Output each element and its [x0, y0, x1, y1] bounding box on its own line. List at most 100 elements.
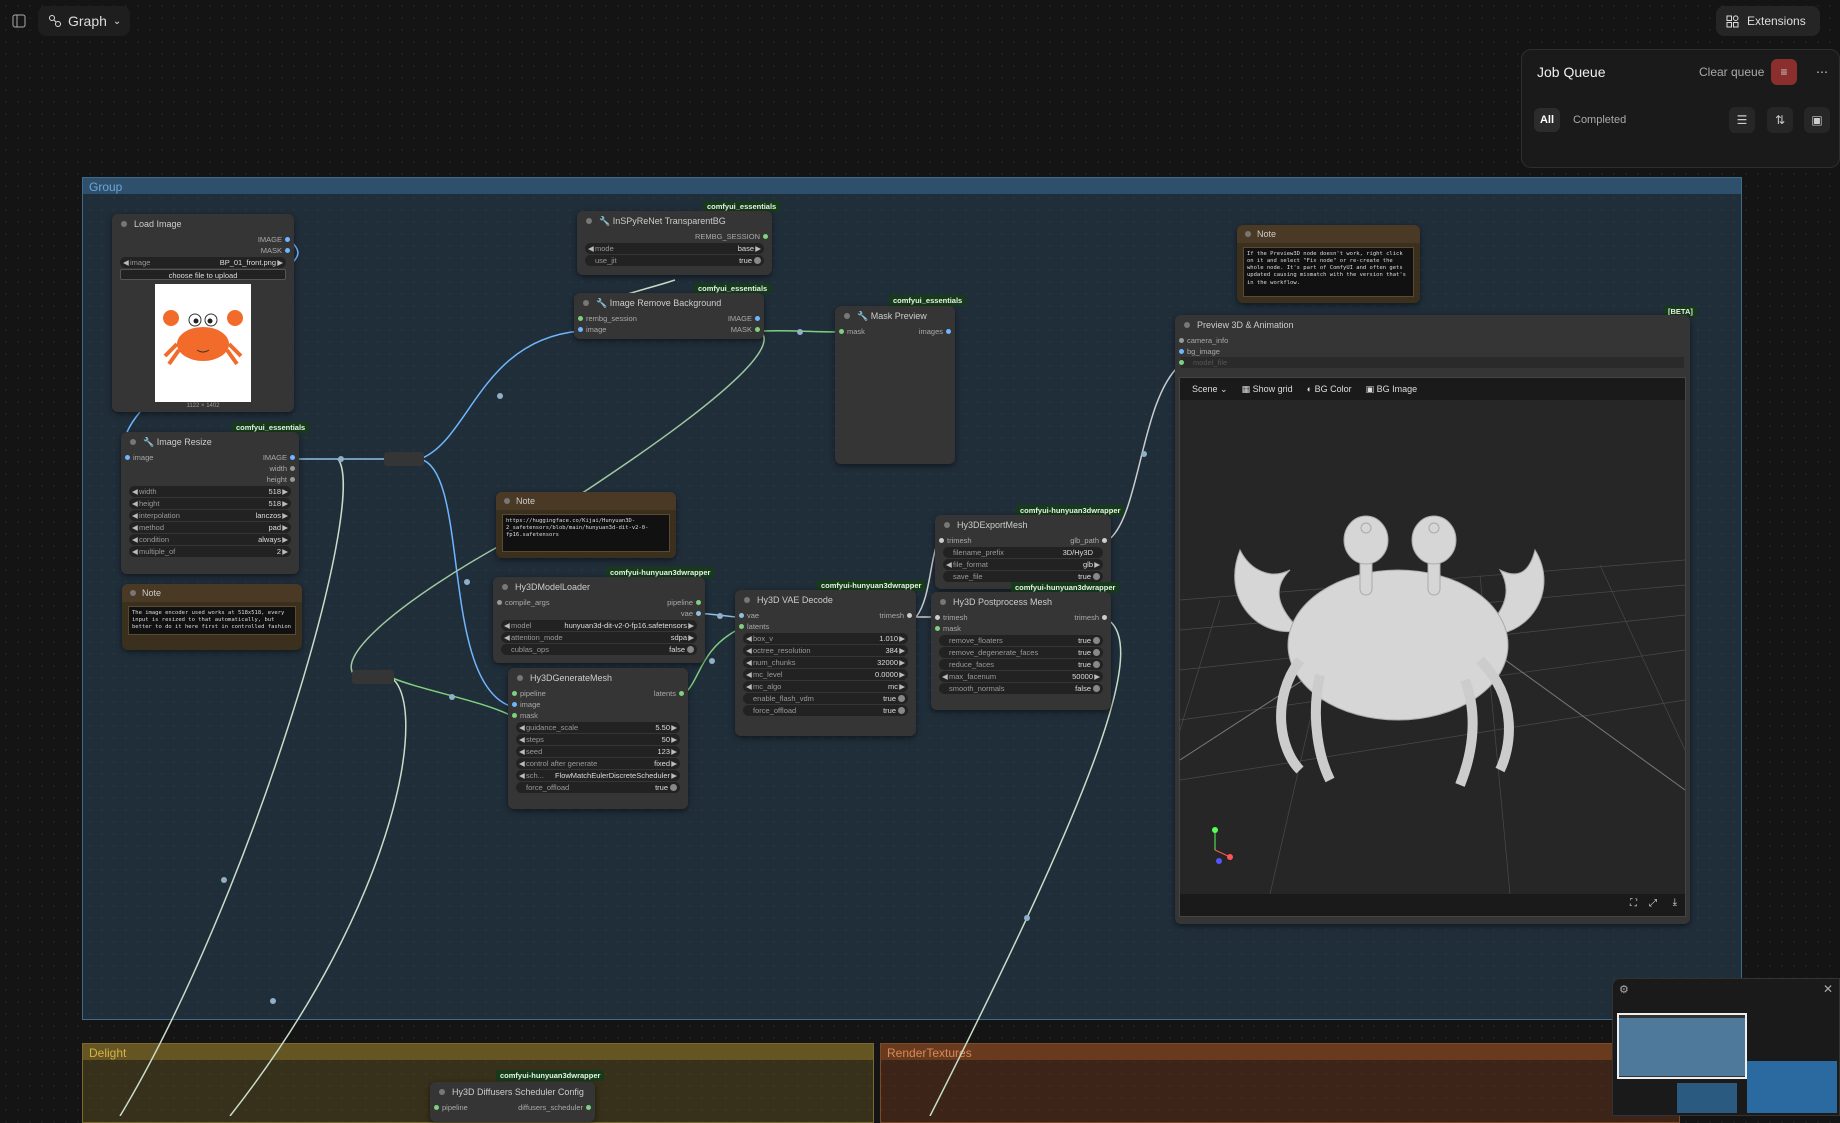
- node-load-image[interactable]: Load Image IMAGE MASK ◀ image BP_01_front.…: [112, 214, 294, 412]
- output-slot[interactable]: [696, 611, 701, 616]
- width-input[interactable]: ◀ width 518 ▶: [129, 486, 291, 497]
- node-hy3d-model-loader[interactable]: Hy3DModelLoader compile_args pipeline vae…: [493, 577, 705, 663]
- scheduler-combo[interactable]: ◀ sch... FlowMatchEulerDiscreteScheduler ▶: [516, 770, 680, 781]
- input-slot[interactable]: [512, 713, 517, 718]
- input-slot[interactable]: [739, 624, 744, 629]
- output-slot[interactable]: [696, 600, 701, 605]
- use-jit-toggle[interactable]: use_jit true: [585, 255, 764, 266]
- node-inspyrenet[interactable]: 🔧 InSPyReNet TransparentBG REMBG_SESSION…: [577, 211, 772, 275]
- enable-flash-vdm-toggle[interactable]: enable_flash_vdm true: [743, 693, 908, 704]
- more-options-button[interactable]: ⋯: [1809, 59, 1835, 85]
- output-slot[interactable]: [285, 237, 290, 242]
- max-facenum-input[interactable]: ◀ max_facenum 50000 ▶: [939, 671, 1103, 682]
- output-slot[interactable]: [290, 466, 295, 471]
- input-slot[interactable]: [512, 691, 517, 696]
- output-slot[interactable]: [290, 477, 295, 482]
- minimap[interactable]: ⚙ ✕: [1612, 978, 1840, 1116]
- input-slot[interactable]: [739, 613, 744, 618]
- clear-queue-icon-button[interactable]: ≡: [1771, 59, 1797, 85]
- viewport-3d[interactable]: Scene ⌄ ▦ Show grid ◐ BG Color ▣ BG Imag…: [1179, 377, 1686, 917]
- image-view-button[interactable]: ▣: [1804, 107, 1830, 133]
- download-icon[interactable]: ⤓: [1673, 897, 1677, 908]
- bg-color-button[interactable]: ◐ BG Color: [1307, 384, 1352, 394]
- output-slot[interactable]: [679, 691, 684, 696]
- output-slot[interactable]: [755, 316, 760, 321]
- node-hy3d-postprocess-mesh[interactable]: Hy3D Postprocess Mesh trimesh trimesh mas…: [931, 592, 1111, 710]
- input-slot[interactable]: [839, 329, 844, 334]
- job-queue-panel[interactable]: Job Queue Clear queue ≡ ⋯ All Completed …: [1521, 49, 1840, 168]
- show-grid-button[interactable]: ▦ Show grid: [1242, 384, 1293, 395]
- input-slot[interactable]: [1179, 338, 1184, 343]
- input-slot[interactable]: [434, 1105, 439, 1110]
- note-text[interactable]: If the Preview3D node doesn't work, righ…: [1243, 247, 1414, 297]
- remove-degenerate-faces-toggle[interactable]: remove_degenerate_faces true: [939, 647, 1103, 658]
- input-slot[interactable]: [1179, 360, 1184, 365]
- settings-icon[interactable]: ⚙: [1619, 983, 1629, 996]
- steps-input[interactable]: ◀ steps 50 ▶: [516, 734, 680, 745]
- clear-queue-button[interactable]: Clear queue: [1699, 65, 1764, 79]
- filter-button[interactable]: ☰: [1729, 107, 1755, 133]
- guidance-scale-input[interactable]: ◀ guidance_scale 5.50 ▶: [516, 722, 680, 733]
- note-encoder[interactable]: Note The image encoder used works at 518…: [122, 584, 302, 650]
- note-text[interactable]: https://huggingface.co/Kijai/Hunyuan3D-2…: [502, 514, 670, 552]
- note-huggingface[interactable]: Note https://huggingface.co/Kijai/Hunyua…: [496, 492, 676, 558]
- smooth-normals-toggle[interactable]: smooth_normals false: [939, 683, 1103, 694]
- output-slot[interactable]: [285, 248, 290, 253]
- box-v-input[interactable]: ◀ box_v 1.010 ▶: [743, 633, 908, 644]
- model-combo[interactable]: ◀ model hunyuan3d-dit-v2-0-fp16.safetensor…: [501, 620, 697, 631]
- attention-mode-combo[interactable]: ◀ attention_mode sdpa ▶: [501, 632, 697, 643]
- interpolation-combo[interactable]: ◀ interpolation lanczos ▶: [129, 510, 291, 521]
- input-slot[interactable]: [1179, 349, 1184, 354]
- output-slot[interactable]: [586, 1105, 591, 1110]
- output-slot[interactable]: [907, 613, 912, 618]
- node-image-remove-background[interactable]: 🔧 Image Remove Background rembg_session I…: [574, 293, 764, 339]
- upload-button[interactable]: choose file to upload: [120, 269, 286, 280]
- image-combo[interactable]: ◀ image BP_01_front.png ▶: [120, 257, 286, 268]
- output-slot[interactable]: [763, 234, 768, 239]
- file-format-combo[interactable]: ◀ file_format glb ▶: [943, 559, 1103, 570]
- sort-button[interactable]: ⇅: [1767, 107, 1793, 133]
- input-slot[interactable]: [939, 538, 944, 543]
- method-combo[interactable]: ◀ method pad ▶: [129, 522, 291, 533]
- seed-input[interactable]: ◀ seed 123 ▶: [516, 746, 680, 757]
- node-hy3d-export-mesh[interactable]: Hy3DExportMesh trimesh glb_path filename_…: [935, 515, 1111, 589]
- close-icon[interactable]: ✕: [1823, 982, 1833, 996]
- save-file-toggle[interactable]: save_file true: [943, 571, 1103, 582]
- node-hy3d-vae-decode[interactable]: Hy3D VAE Decode vae trimesh latents ◀ box_…: [735, 590, 916, 736]
- scene-dropdown[interactable]: Scene ⌄: [1192, 384, 1228, 395]
- model-file-field[interactable]: model_file: [1179, 357, 1684, 368]
- force-offload-toggle[interactable]: force_offload true: [743, 705, 908, 716]
- node-mask-preview[interactable]: 🔧 Mask Preview mask images: [835, 306, 955, 464]
- output-slot[interactable]: [1102, 538, 1107, 543]
- output-slot[interactable]: [1102, 615, 1107, 620]
- cublas-ops-toggle[interactable]: cublas_ops false: [501, 644, 697, 655]
- reduce-faces-toggle[interactable]: reduce_faces true: [939, 659, 1103, 670]
- expand-icon[interactable]: ⤢: [1649, 898, 1657, 909]
- node-hy3d-generate-mesh[interactable]: Hy3DGenerateMesh pipeline latents image m…: [508, 668, 688, 809]
- filename-prefix-input[interactable]: filename_prefix 3D/Hy3D: [943, 547, 1103, 558]
- force-offload-toggle[interactable]: force_offload true: [516, 782, 680, 793]
- tab-all[interactable]: All: [1534, 108, 1560, 132]
- input-slot[interactable]: [497, 600, 502, 605]
- mode-combo[interactable]: ◀ mode base ▶: [585, 243, 764, 254]
- condition-combo[interactable]: ◀ condition always ▶: [129, 534, 291, 545]
- note-text[interactable]: The image encoder used works at 518x518,…: [128, 606, 296, 636]
- output-slot[interactable]: [755, 327, 760, 332]
- node-image-resize[interactable]: 🔧 Image Resize image IMAGE width height ◀…: [121, 432, 299, 574]
- control-after-generate-combo[interactable]: ◀ control after generate fixed ▶: [516, 758, 680, 769]
- input-slot[interactable]: [935, 626, 940, 631]
- num-chunks-input[interactable]: ◀ num_chunks 32000 ▶: [743, 657, 908, 668]
- tab-completed[interactable]: Completed: [1573, 114, 1626, 126]
- node-preview-3d[interactable]: Preview 3D & Animation camera_info bg_im…: [1175, 315, 1690, 924]
- mc-level-input[interactable]: ◀ mc_level 0.0000 ▶: [743, 669, 908, 680]
- input-slot[interactable]: [935, 615, 940, 620]
- output-slot[interactable]: [946, 329, 951, 334]
- remove-floaters-toggle[interactable]: remove_floaters true: [939, 635, 1103, 646]
- input-slot[interactable]: [125, 455, 130, 460]
- note-preview3d[interactable]: Note If the Preview3D node doesn't work,…: [1237, 225, 1420, 303]
- bg-image-button[interactable]: ▣ BG Image: [1366, 384, 1418, 395]
- output-slot[interactable]: [290, 455, 295, 460]
- multiple-of-input[interactable]: ◀ multiple_of 2 ▶: [129, 546, 291, 557]
- minimap-viewport[interactable]: [1617, 1013, 1747, 1079]
- mc-algo-combo[interactable]: ◀ mc_algo mc ▶: [743, 681, 908, 692]
